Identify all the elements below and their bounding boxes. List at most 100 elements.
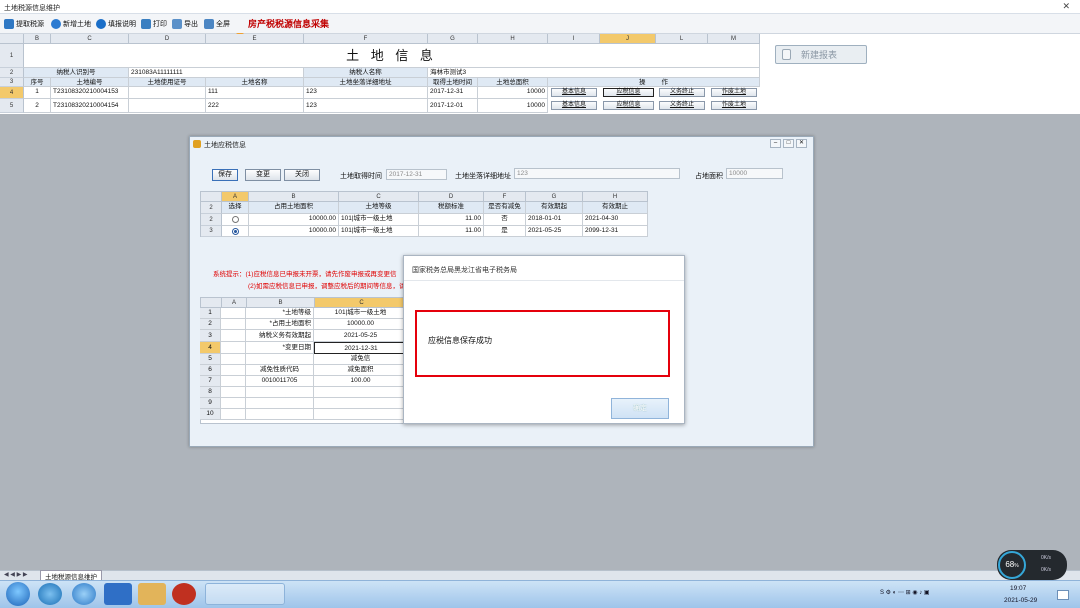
export-button[interactable]: 导出 (172, 18, 198, 30)
tax-info-button[interactable]: 应税信息 (603, 101, 654, 110)
tax-period-grid: A B C D F G H 2 2 3 选择 占用土地面积 土地等级 税额标准 … (200, 191, 648, 237)
address-label: 土地坐落详细地址 (455, 173, 511, 180)
detail-value (314, 387, 408, 398)
basic-info-button[interactable]: 基本信息 (551, 101, 597, 110)
col-header: J (600, 34, 656, 44)
clock-date: 2021-05-29 (1004, 597, 1038, 604)
browser-icon[interactable] (38, 583, 62, 605)
fullscreen-button[interactable]: 全屏 (204, 18, 230, 30)
column-label: 土地编号 (51, 78, 129, 87)
ie-icon[interactable] (72, 583, 96, 605)
col-header: C (51, 34, 129, 44)
network-gauge: 68% 0K/s 0K/s (997, 550, 1067, 580)
table-cell (221, 308, 246, 319)
detail-label: 减免性质代码 (246, 365, 314, 376)
close-button[interactable]: 关闭 (284, 169, 320, 181)
col-header: H (478, 34, 548, 44)
row-header: 2 (201, 214, 222, 226)
table-cell (129, 87, 206, 99)
get-time-label: 土地取得时间 (340, 173, 382, 180)
table-cell: 2021-05-25 (526, 226, 583, 237)
detail-value: 100.00 (314, 376, 408, 387)
column-label: 序号 (24, 78, 51, 87)
close-icon[interactable]: ✕ (796, 139, 807, 148)
col-header: M (708, 34, 760, 44)
window-title: 土地税源信息维护 (4, 5, 60, 12)
address-field[interactable]: 123 (514, 168, 680, 179)
row-header: 1 (200, 308, 221, 319)
start-icon[interactable] (6, 582, 30, 606)
tax-info-button[interactable]: 应税信息 (603, 88, 654, 97)
table-cell: 2021-04-30 (583, 214, 648, 226)
get-time-field[interactable]: 2017-12-31 (386, 169, 447, 180)
maximize-icon[interactable]: □ (783, 139, 794, 148)
row-header: 4 (0, 87, 24, 99)
help-button[interactable]: 填报说明 (96, 18, 136, 30)
table-cell: 111 (206, 87, 304, 99)
close-icon[interactable]: ✕ (1062, 1, 1070, 12)
save-button[interactable]: 保存 (212, 169, 238, 181)
row-header: 4 (200, 342, 221, 354)
radio-button-selected[interactable] (231, 228, 239, 235)
export-icon (172, 19, 182, 29)
new-report-button[interactable]: 新建报表 (775, 45, 867, 64)
table-cell: 是 (484, 226, 526, 237)
col-header: A (222, 192, 249, 202)
table-cell: 2017-12-01 (428, 99, 478, 113)
detail-label: *占用土地面积 (246, 319, 314, 330)
detail-label (246, 354, 314, 365)
detail-label (246, 387, 314, 398)
window-controls: – □ ✕ (770, 139, 807, 148)
table-cell: 1 (24, 87, 51, 99)
column-label: 有效期起 (526, 202, 583, 214)
toolbar: 提取税源 新增土地 填报说明 打印 导出 全屏 房产税税源信息采集 (0, 14, 1080, 43)
row-header: 10 (200, 409, 221, 420)
void-land-button[interactable]: 作废土地 (711, 88, 757, 97)
table-cell: 10000.00 (249, 214, 339, 226)
area-field[interactable]: 10000 (726, 168, 783, 179)
table-cell (221, 409, 246, 420)
tax-app-icon[interactable] (172, 583, 196, 605)
folder-icon[interactable] (138, 583, 166, 605)
notification-icon[interactable] (1057, 590, 1069, 600)
row-header: 3 (0, 78, 24, 87)
column-label: 土地等级 (339, 202, 419, 214)
detail-label: *变更日期 (246, 342, 314, 354)
print-button[interactable]: 打印 (141, 18, 167, 30)
column-label: 土地坐落详细地址 (304, 78, 428, 87)
tray-icons[interactable]: S ⚙ ◐ ⋯ ⊞ ◉ ♪ ▣ (880, 589, 930, 596)
table-cell: 否 (484, 214, 526, 226)
print-icon (141, 19, 151, 29)
add-icon (51, 19, 61, 29)
radio-button[interactable] (231, 216, 239, 223)
ok-button[interactable]: 确定 (611, 398, 669, 419)
row-header: 9 (200, 398, 221, 409)
row-header: 3 (201, 226, 222, 237)
taxpayer-name-label: 纳税人名称 (304, 68, 428, 78)
void-land-button[interactable]: 作废土地 (711, 101, 757, 110)
toolbar-title: 房产税税源信息采集 (248, 19, 330, 29)
word-icon[interactable] (104, 583, 132, 605)
column-label: 税额标准 (419, 202, 484, 214)
table-cell: 101|城市一级土地 (339, 226, 419, 237)
change-button[interactable]: 变更 (245, 169, 281, 181)
row-select-cell (222, 214, 249, 226)
table-cell (221, 376, 246, 387)
message-title: 国家税务总局黑龙江省电子税务局 (404, 256, 684, 281)
sheet-nav-icon[interactable]: ◀ ◀ ▶ ▶ (4, 571, 27, 578)
table-cell (129, 99, 206, 113)
highlight-box (415, 310, 670, 377)
column-label: 土地总面积 (478, 78, 548, 87)
active-window-tab[interactable] (205, 583, 285, 605)
detail-value: 2021-12-31 (314, 342, 408, 354)
table-cell: 222 (206, 99, 304, 113)
terminate-button[interactable]: 义务终止 (659, 101, 705, 110)
basic-info-button[interactable]: 基本信息 (551, 88, 597, 97)
table-cell: 10000 (478, 87, 548, 99)
col-header: H (583, 192, 648, 202)
extract-button[interactable]: 提取税源 (4, 18, 44, 30)
report-icon (782, 49, 791, 60)
terminate-button[interactable]: 义务终止 (659, 88, 705, 97)
minimize-icon[interactable]: – (770, 139, 781, 148)
add-land-button[interactable]: 新增土地 (51, 18, 91, 30)
